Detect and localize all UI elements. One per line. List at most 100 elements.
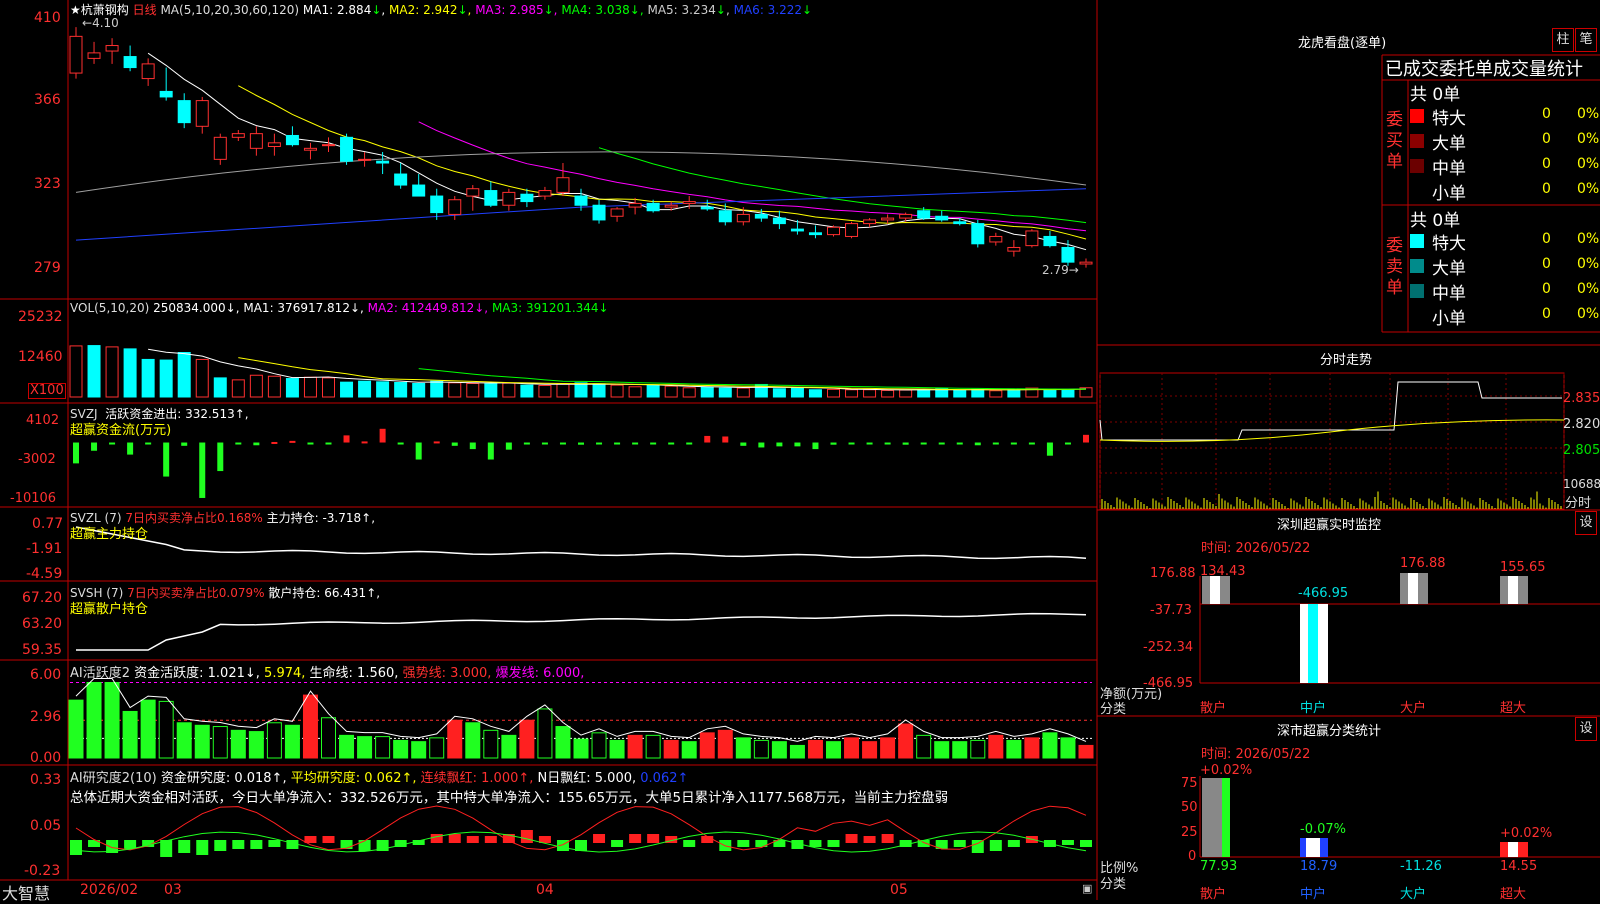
ai-research-layer — [70, 805, 1092, 857]
flow-bar — [73, 442, 79, 464]
candle-body — [754, 213, 768, 219]
candle-body — [664, 204, 678, 208]
research-bar — [124, 840, 137, 849]
candle-body — [177, 100, 191, 124]
flow-bar — [992, 442, 999, 445]
volume-bar — [340, 381, 354, 398]
volume-bar — [953, 389, 967, 398]
activity-bar — [483, 729, 499, 759]
candle-body — [935, 215, 949, 221]
flow-bar — [650, 442, 657, 445]
svzl-ytick-1: -1.91 — [26, 541, 63, 557]
volume-bar — [664, 385, 678, 398]
flow-bar — [505, 442, 512, 450]
volume-bar — [863, 389, 877, 398]
monitor-time: 时间: 2026/05/22 — [1201, 541, 1311, 556]
monitor-bar-highlight — [1508, 576, 1518, 604]
candle-body — [213, 136, 227, 160]
candle-body — [105, 45, 119, 52]
activity-bar — [591, 732, 607, 759]
volume-bar — [971, 388, 985, 398]
row-count: 0 — [1542, 306, 1551, 322]
activity-bar — [140, 699, 156, 759]
volume-bar — [700, 386, 714, 398]
activity-bar — [1042, 732, 1058, 759]
flow-bar — [361, 441, 368, 444]
ai-research-ytick-0: 0.33 — [30, 772, 62, 788]
flow-bar — [578, 442, 584, 445]
flow-bar — [884, 442, 891, 445]
volume-bar — [772, 388, 786, 398]
activity-bar — [898, 723, 914, 759]
tab-bar-view[interactable]: 柱 — [1552, 28, 1574, 52]
candle-body — [700, 206, 714, 210]
activity-bar — [501, 734, 517, 759]
activity-bar — [970, 739, 986, 759]
volume-bar — [989, 390, 1003, 398]
vol-ytick-1: 12460 — [18, 349, 63, 365]
favorite-star-icon[interactable]: ★ — [70, 3, 81, 17]
monitor-settings-button[interactable]: 设 — [1575, 511, 1597, 535]
intraday-price-line — [1099, 381, 1562, 441]
research-bar — [250, 840, 263, 849]
activity-bar — [789, 744, 805, 759]
volume-bar — [69, 345, 83, 398]
stat-ylabel-2: 分类 — [1100, 877, 1127, 892]
flow-bar — [163, 442, 170, 477]
research-bar — [971, 840, 984, 853]
flow-bar — [343, 435, 350, 443]
retail-holding-line — [76, 612, 1087, 651]
candle-body — [195, 100, 209, 127]
flow-bar — [758, 442, 765, 448]
flow-bar — [1046, 442, 1053, 456]
vol-header: VOL(5,10,20) 250834.000↓, MA1: 376917.81… — [70, 301, 609, 315]
legend-swatch — [1410, 259, 1424, 273]
stock-name[interactable]: 杭萧钢构 — [81, 3, 129, 17]
candle-body — [538, 190, 552, 197]
candle-body — [87, 52, 101, 59]
activity-bar — [104, 682, 120, 759]
flow-bar — [181, 442, 188, 446]
flow-bar — [848, 442, 855, 445]
flow-bar — [307, 442, 314, 445]
stat-value-mid: 18.79 — [1300, 859, 1338, 874]
activity-bar — [826, 741, 841, 759]
flow-bar — [469, 442, 476, 450]
volume-bar — [718, 387, 732, 398]
stat-bar-super-accent — [1508, 842, 1518, 857]
high-label: ←4.10 — [82, 16, 119, 30]
activity-bar — [609, 739, 625, 759]
candle-body — [358, 158, 372, 161]
candle-body — [881, 217, 895, 221]
candle-body — [917, 210, 931, 219]
tab-tick-view[interactable]: 笔 — [1575, 28, 1597, 52]
candle-body — [574, 195, 588, 206]
lock-icon[interactable]: ▣ — [1082, 882, 1092, 895]
activity-bar — [1078, 744, 1094, 759]
flow-bar — [523, 442, 530, 445]
candle-body — [808, 232, 822, 236]
legend-swatch — [1410, 234, 1424, 248]
stat-time: 时间: 2026/05/22 — [1201, 747, 1311, 762]
candle-body — [285, 134, 299, 146]
flow-bar — [433, 441, 440, 444]
ma-line-60 — [75, 151, 1087, 193]
intraday-vol-unit: 分时 — [1565, 496, 1592, 511]
flow-bar — [632, 442, 639, 445]
activity-bar — [375, 736, 391, 759]
volume-bar — [917, 388, 931, 398]
volume-bar — [123, 348, 137, 398]
ai-active-ytick-2: 0.00 — [30, 750, 62, 766]
svzl-ytick-0: 0.77 — [32, 516, 64, 532]
research-bar — [989, 840, 1002, 851]
stat-value-super: 14.55 — [1500, 859, 1538, 874]
research-bar — [737, 840, 750, 847]
candle-body — [520, 193, 534, 203]
period-label[interactable]: 日线 — [133, 3, 157, 17]
stat-cat-mid: 中户 — [1300, 887, 1327, 902]
row-count: 0 — [1542, 106, 1551, 122]
main-ytick-2: 323 — [34, 176, 61, 192]
stat-settings-button[interactable]: 设 — [1575, 717, 1597, 741]
research-bar — [1080, 840, 1092, 847]
flow-bar — [740, 442, 747, 446]
